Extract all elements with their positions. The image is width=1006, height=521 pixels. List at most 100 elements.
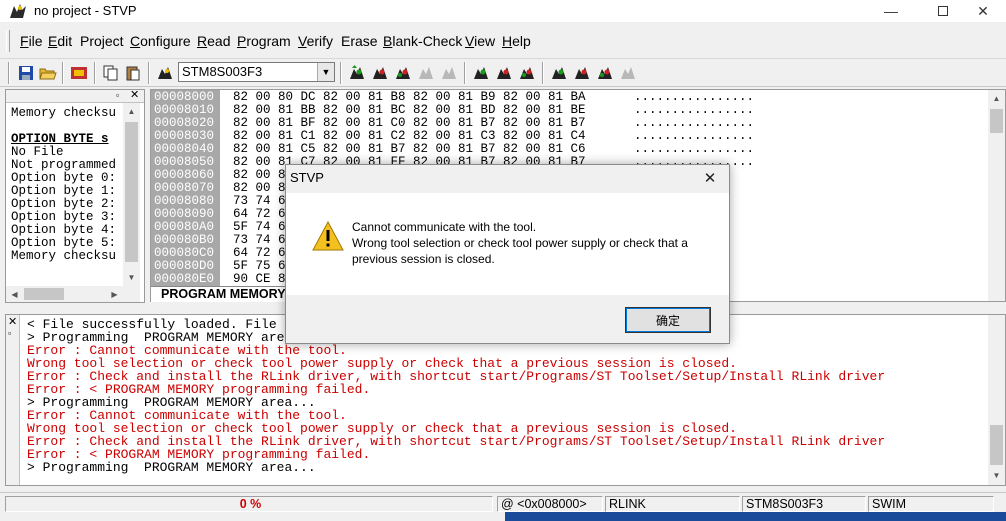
status-protocol: SWIM [868,496,994,512]
verify-all-icon [396,67,410,79]
scroll-up-icon[interactable]: ▲ [123,103,140,120]
left-line: OPTION BYTE s [11,132,109,146]
menu-grip[interactable] [6,30,10,52]
dialog-close-button[interactable]: ✕ [699,167,721,189]
error-dialog: STVP ✕ Cannot communicate with the tool.… [285,164,730,344]
paste-button[interactable] [122,62,144,84]
erase-all-button [415,62,437,84]
toolbar-separator [62,62,64,84]
read-all-icon [350,65,364,79]
menu-read[interactable]: Read [197,33,230,49]
left-line: Option byte 4: [11,223,117,237]
left-vertical-scrollbar[interactable]: ▲ ▼ [123,103,140,286]
menu-help[interactable]: Help [502,33,531,49]
read-all-button[interactable] [346,62,368,84]
project-icon [71,67,87,79]
menu-edit[interactable]: Edit [48,33,72,49]
menu-project[interactable]: Project [80,33,124,49]
open-button[interactable] [37,62,59,84]
pane-header: ▫ ✕ [6,88,144,103]
dialog-message-line: Wrong tool selection or check tool power… [352,236,688,250]
scrollbar-thumb[interactable] [125,122,138,262]
close-button[interactable]: ✕ [960,0,1006,22]
dialog-message-line: previous session is closed. [352,252,495,266]
dialog-body: Cannot communicate with the tool. Wrong … [286,193,729,295]
minimize-button[interactable]: — [868,0,914,22]
menu-erase[interactable]: Erase [341,33,378,49]
minimize-icon: — [884,3,898,19]
menu-program[interactable]: Program [237,33,291,49]
erase-tab-icon-disabled [621,67,635,79]
program-tab-button[interactable] [571,62,593,84]
toolbar-separator [542,62,544,84]
memory-vertical-scrollbar[interactable]: ▲ [988,90,1005,301]
program-all-button[interactable] [369,62,391,84]
status-address: @ <0x008000> [497,496,603,512]
open-folder-icon [39,68,57,80]
close-icon: ✕ [977,2,989,19]
scrollbar-thumb[interactable] [24,288,64,300]
status-device: STM8S003F3 [742,496,866,512]
read-current-icon [474,67,488,79]
toolbar-separator [94,62,96,84]
project-button[interactable] [68,62,90,84]
window-title: no project - STVP [34,3,137,18]
scrollbar-thumb[interactable] [990,109,1003,133]
maximize-icon [938,6,948,16]
left-line: Not programmed [11,158,117,172]
blank-check-all-icon-disabled [442,67,456,79]
stvp-app-icon [10,4,26,18]
device-select-value: STM8S003F3 [182,64,263,79]
left-line: Memory checksu [11,106,117,120]
erase-all-icon-disabled [419,67,433,79]
memory-hex[interactable]: 90 CE 8 [233,273,286,286]
ok-button-label: 确定 [655,313,680,328]
read-tab-icon [552,67,566,79]
program-current-button[interactable] [493,62,515,84]
menu-verify[interactable]: Verify [298,33,333,49]
ok-button[interactable]: 确定 [625,307,711,333]
left-line: Option byte 1: [11,184,117,198]
copy-button[interactable] [100,62,122,84]
pane-close-icon[interactable]: ✕ [8,315,17,328]
log-line: > Programming PROGRAM MEMORY area... [27,460,316,475]
read-tab-button[interactable] [548,62,570,84]
menu-file[interactable]: File [20,33,43,49]
scroll-down-icon[interactable]: ▼ [988,467,1005,484]
verify-current-icon [520,67,534,79]
pane-close-icon[interactable]: ✕ [130,88,139,101]
verify-tab-icon [598,67,612,79]
progress-indicator: 0 % [5,496,493,512]
chip-config-icon [158,67,172,79]
scroll-up-icon[interactable]: ▲ [988,90,1005,107]
device-select[interactable]: STM8S003F3 ▼ [178,62,335,82]
scroll-down-icon[interactable]: ▼ [123,269,140,286]
save-button[interactable] [15,62,37,84]
tab-program-memory[interactable]: PROGRAM MEMORY [151,286,291,302]
menu-configure[interactable]: Configure [130,33,191,49]
log-vertical-scrollbar[interactable]: ▼ [988,315,1005,485]
scroll-right-icon[interactable]: ▶ [106,286,123,303]
read-current-button[interactable] [470,62,492,84]
save-icon [19,66,33,80]
menu-view[interactable]: View [465,33,495,49]
scroll-left-icon[interactable]: ◀ [6,286,23,303]
pane-minimize-icon[interactable]: ▫ [116,90,119,100]
verify-all-button[interactable] [392,62,414,84]
toolbar-separator [464,62,466,84]
verify-tab-button[interactable] [594,62,616,84]
left-horizontal-scrollbar[interactable]: ◀ ▶ [6,286,140,302]
verify-current-button[interactable] [516,62,538,84]
chevron-down-icon[interactable]: ▼ [317,63,334,81]
left-line: Option byte 3: [11,210,117,224]
left-line: No File [11,145,64,159]
stvp-window: no project - STVP — ✕ File Edit Project … [0,0,1006,521]
option-bytes-pane: ▫ ✕ Memory checksu OPTION BYTE s No File… [5,89,145,303]
configure-button[interactable] [154,62,176,84]
scrollbar-thumb[interactable] [990,425,1003,465]
memory-address: 000080E0 [154,272,215,286]
blank-check-all-button [438,62,460,84]
menu-blank-check[interactable]: Blank-Check [383,33,462,49]
pane-minimize-icon[interactable]: ▫ [8,328,11,338]
log-pane-header: ✕ ▫ [6,315,20,485]
